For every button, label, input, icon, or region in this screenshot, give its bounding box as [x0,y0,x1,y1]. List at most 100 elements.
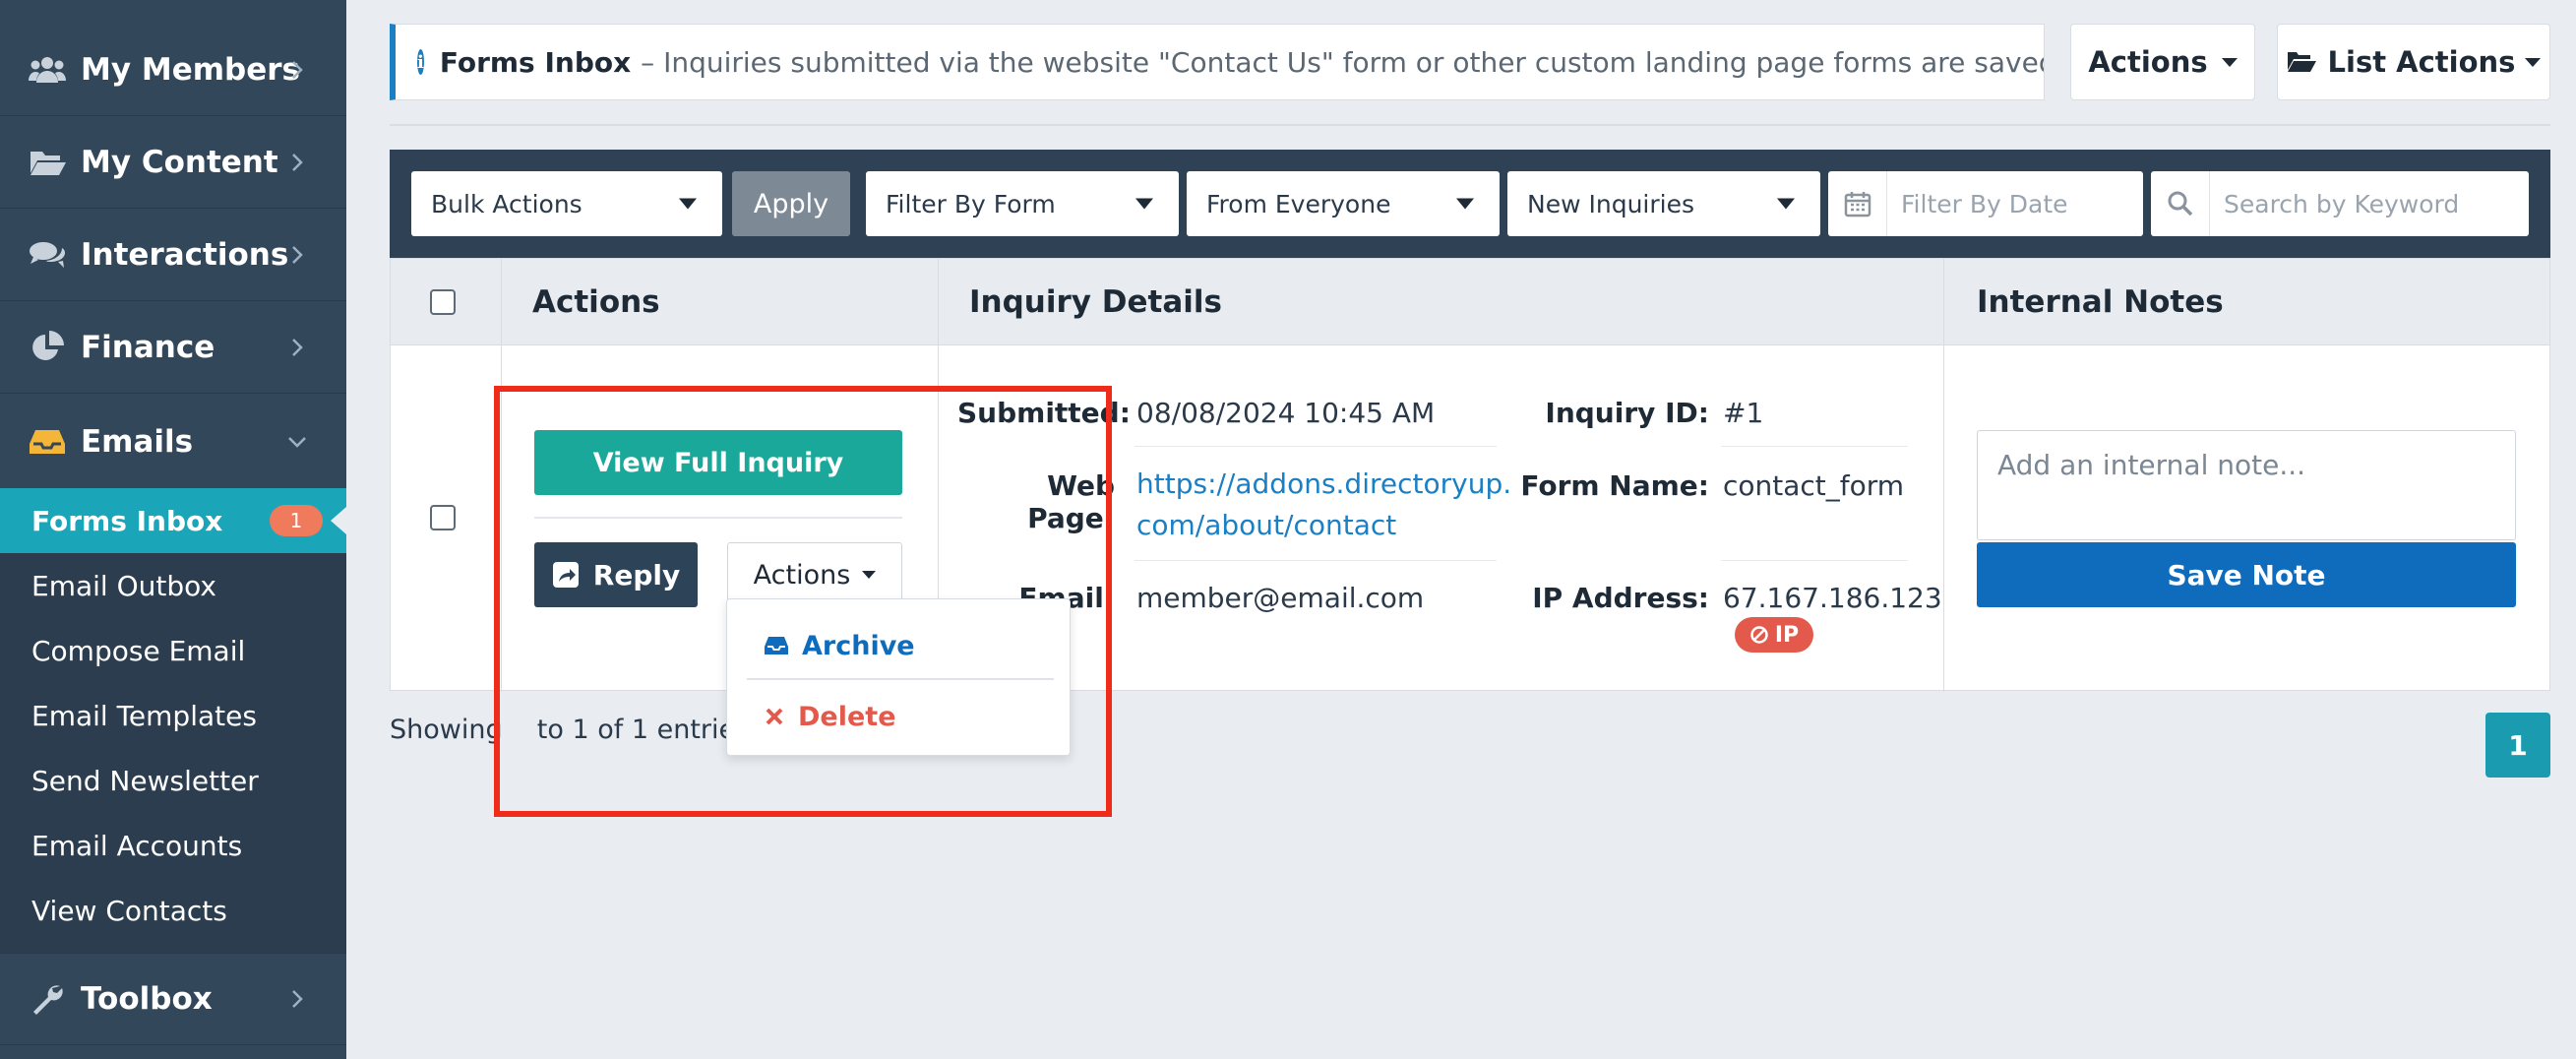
unread-count-badge: 1 [270,505,323,536]
pagination-page-1[interactable]: 1 [2485,713,2550,778]
from-filter-select[interactable]: From Everyone [1187,171,1500,236]
sidebar-subitem-email-templates[interactable]: Email Templates [0,683,346,748]
ip-address-label: IP Address: [1532,582,1709,614]
inquiry-id-label: Inquiry ID: [1545,397,1709,429]
sidebar-item-label: Emails [81,424,194,460]
block-ip-button[interactable]: IP [1735,617,1813,653]
submitted-label: Submitted: [957,397,1131,429]
chevron-right-icon [292,338,303,356]
column-header-actions: Actions [532,284,660,320]
web-page-label: Web Page: [1027,469,1115,534]
ip-badge-label: IP [1774,622,1800,648]
comments-icon [28,235,67,275]
actions-dropdown-button[interactable]: Actions [2070,24,2255,100]
bulk-actions-select[interactable]: Bulk Actions [411,171,722,236]
bulk-actions-value: Bulk Actions [431,189,583,218]
chevron-right-icon [292,245,303,264]
divider [1135,560,1497,561]
divider [390,124,2550,126]
form-name-label: Form Name: [1520,469,1709,502]
sidebar-item-interactions[interactable]: Interactions [0,209,346,301]
sidebar-item-label: My Content [81,144,278,180]
submitted-value: 08/08/2024 10:45 AM [1136,397,1436,429]
search-input[interactable] [2210,174,2515,233]
reply-label: Reply [592,558,681,592]
inquiries-table: Actions Inquiry Details Internal Notes V… [390,258,2550,692]
sidebar-subitem-label: Email Accounts [31,829,243,862]
filter-toolbar: Bulk Actions Apply Filter By Form From E… [390,150,2550,258]
caret-down-icon [1456,198,1474,210]
sidebar-subitem-label: Email Outbox [31,569,216,602]
sidebar-subitem-view-contacts[interactable]: View Contacts [0,878,346,943]
sidebar-subitem-email-accounts[interactable]: Email Accounts [0,813,346,878]
sidebar-item-finance[interactable]: Finance [0,301,346,394]
date-filter-input[interactable] [1887,174,2133,233]
sidebar-item-toolbox[interactable]: Toolbox [0,953,346,1045]
folder-open-icon [2287,52,2316,72]
from-filter-value: From Everyone [1206,189,1391,218]
save-note-button[interactable]: Save Note [1977,542,2516,607]
sidebar-subitem-forms-inbox[interactable]: Forms Inbox 1 [0,488,346,553]
filter-by-form-select[interactable]: Filter By Form [866,171,1179,236]
reply-button[interactable]: Reply [534,542,698,607]
web-page-link[interactable]: https://addons.directoryup. com/about/co… [1136,464,1511,546]
status-filter-value: New Inquiries [1527,189,1694,218]
row-actions-menu: Archive Delete [726,598,1071,756]
table-header: Actions Inquiry Details Internal Notes [391,259,2549,345]
caret-down-icon [1777,198,1795,210]
view-full-inquiry-button[interactable]: View Full Inquiry [534,430,902,495]
close-icon [766,708,783,725]
email-value: member@email.com [1136,582,1425,614]
share-icon [552,562,579,588]
sidebar-item-label: Finance [81,329,215,365]
sidebar-item-my-members[interactable]: My Members [0,24,346,116]
entries-summary: Showing to 1 of 1 entries [390,715,749,745]
chevron-right-icon [292,60,303,79]
web-page-link-line: com/about/contact [1136,509,1397,541]
actions-label: Actions [2088,45,2208,79]
sidebar-subitem-label: Compose Email [31,634,246,667]
sidebar-item-label: My Members [81,51,300,88]
sidebar-subitem-send-newsletter[interactable]: Send Newsletter [0,748,346,813]
folder-open-icon [28,143,67,182]
caret-down-icon [2525,57,2542,67]
chevron-right-icon [292,153,303,171]
sidebar-subitem-email-outbox[interactable]: Email Outbox [0,553,346,618]
list-actions-label: List Actions [2327,45,2516,79]
column-header-inquiry-details: Inquiry Details [969,284,1222,320]
caret-down-icon [1135,198,1153,210]
internal-note-input[interactable] [1977,430,2516,540]
menu-item-archive[interactable]: Archive [727,613,1070,678]
status-filter-select[interactable]: New Inquiries [1507,171,1820,236]
sidebar-subitem-label: Email Templates [31,699,257,732]
sidebar-item-label: Toolbox [81,981,213,1017]
divider [534,517,902,519]
sidebar: My Members My Content Interactions Finan… [0,0,346,1059]
list-actions-dropdown-button[interactable]: List Actions [2277,24,2550,100]
ban-icon [1750,626,1768,644]
sidebar-item-emails[interactable]: Emails [0,396,346,488]
users-icon [28,50,67,90]
chevron-down-icon [288,437,306,448]
row-actions-label: Actions [753,559,851,591]
column-header-internal-notes: Internal Notes [1977,284,2224,320]
divider [1721,560,1908,561]
showing-prefix: Showing [390,715,503,745]
divider [1721,446,1908,447]
divider [501,259,502,692]
inbox-icon [765,637,788,654]
filter-by-form-value: Filter By Form [886,189,1056,218]
row-select-checkbox[interactable] [430,505,456,530]
sidebar-item-label: Interactions [81,236,289,273]
sidebar-item-my-content[interactable]: My Content [0,116,346,209]
search-icon [2151,171,2210,236]
sidebar-subitem-compose-email[interactable]: Compose Email [0,618,346,683]
menu-item-delete[interactable]: Delete [727,684,1070,749]
caret-down-icon [862,571,877,579]
apply-button[interactable]: Apply [732,171,850,236]
form-name-value: contact_form [1723,469,1905,502]
page-title: Forms Inbox [439,45,632,79]
select-all-checkbox[interactable] [430,289,456,315]
keyword-search [2151,171,2529,236]
page-description: – Inquiries submitted via the website "C… [641,45,2045,79]
